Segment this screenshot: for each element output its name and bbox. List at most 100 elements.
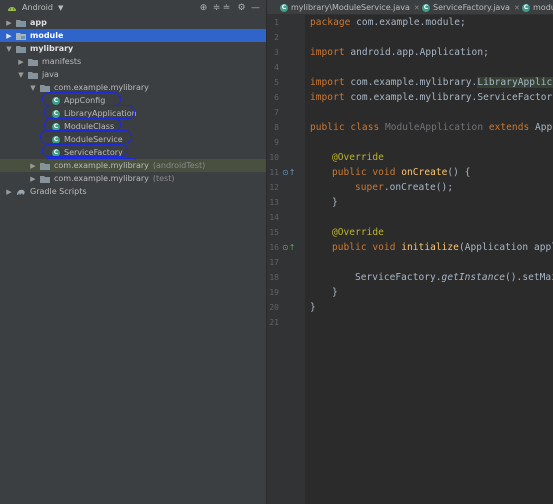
- code-line: @Override: [332, 152, 384, 163]
- android-icon: [8, 7, 16, 11]
- code-token: .onCreate();: [383, 182, 454, 193]
- chevron-right-icon[interactable]: ▶: [5, 188, 13, 196]
- tree-item-label: com.example.mylibrary: [54, 83, 149, 92]
- code-token: }: [310, 302, 316, 313]
- tree-item-app[interactable]: ▶ app: [0, 16, 266, 29]
- chevron-down-icon[interactable]: ▼: [5, 45, 13, 53]
- tree-item-package-androidtest[interactable]: ▶ com.example.mylibrary (androidTest): [0, 159, 266, 172]
- class-icon: C: [52, 148, 60, 157]
- tree-item-java[interactable]: ▼ java: [0, 68, 266, 81]
- code-line: import android.app.Application;: [310, 47, 489, 58]
- code-token: ServiceFactory.: [355, 272, 442, 283]
- code-token: com.example.mylibrary.: [344, 77, 478, 88]
- tree-item-module[interactable]: ▶ module: [0, 29, 266, 42]
- code-token: public class: [310, 122, 380, 133]
- tree-item-label: com.example.mylibrary: [54, 174, 149, 183]
- tree-item-mylibrary[interactable]: ▼ mylibrary: [0, 42, 266, 55]
- class-icon: C: [280, 3, 288, 12]
- line-number: 14: [269, 213, 279, 222]
- tree-item-label: app: [30, 18, 47, 27]
- line-number: 19: [269, 288, 279, 297]
- class-icon: C: [52, 135, 60, 144]
- chevron-down-icon[interactable]: ▼: [29, 84, 37, 92]
- code-token: com.example.mylibrary.ServiceFactory: [344, 92, 553, 103]
- code-token: initialize: [395, 242, 459, 253]
- chevron-right-icon[interactable]: ▶: [5, 32, 13, 40]
- tab-moduleservice[interactable]: C mylibrary\ModuleService.java ✕: [280, 0, 420, 15]
- override-marker-icon[interactable]: ⊙↑: [282, 168, 295, 177]
- code-line: import com.example.mylibrary.ServiceFact…: [310, 92, 553, 103]
- chevron-down-icon[interactable]: ▼: [58, 4, 63, 12]
- chevron-down-icon[interactable]: ▼: [17, 71, 25, 79]
- code-token: com.example.module;: [350, 17, 466, 28]
- code-line: import com.example.mylibrary.LibraryAppl…: [310, 77, 553, 88]
- line-number: 12: [269, 183, 279, 192]
- gear-icon[interactable]: ⚙: [236, 2, 247, 13]
- line-number-gutter: 1 2 3 4 5 6 7 8 9 10 11 12 13 14 15 16 1…: [267, 15, 305, 504]
- line-number: 8: [274, 123, 279, 132]
- tree-item-suffix: (androidTest): [152, 161, 206, 170]
- tree-item-label: mylibrary: [30, 44, 74, 53]
- code-token: getInstance: [441, 272, 506, 283]
- tree-item-moduleservice[interactable]: C ModuleService: [0, 133, 266, 146]
- locate-icon[interactable]: ⊕: [198, 2, 209, 13]
- code-line: ServiceFactory.getInstance().setMai: [355, 272, 553, 283]
- hide-icon[interactable]: —: [250, 2, 261, 13]
- code-token: }: [332, 287, 338, 298]
- close-icon[interactable]: ✕: [414, 4, 420, 12]
- tree-item-moduleclass[interactable]: C ModuleClass: [0, 120, 266, 133]
- tree-item-gradle-scripts[interactable]: ▶ Gradle Scripts: [0, 185, 266, 198]
- chevron-right-icon[interactable]: ▶: [5, 19, 13, 27]
- code-editor[interactable]: package com.example.module; import andro…: [305, 15, 553, 504]
- module-folder-icon: [16, 19, 26, 27]
- folder-icon: [28, 58, 38, 66]
- project-panel: Android ▼ ⊕ ≑ ≐ ⚙ — ▶ app ▶ module ▼ myl…: [0, 0, 266, 504]
- class-icon: C: [52, 96, 60, 105]
- tab-servicefactory[interactable]: C ServiceFactory.java ✕: [422, 0, 520, 15]
- tree-item-servicefactory[interactable]: C ServiceFactory: [0, 146, 266, 159]
- tab-label: ServiceFactory.java: [433, 3, 510, 12]
- class-icon: C: [422, 3, 430, 12]
- code-token: @Override: [332, 227, 384, 238]
- tab-module[interactable]: C modu: [522, 0, 553, 15]
- code-token: import: [310, 92, 345, 103]
- tree-item-appconfig[interactable]: C AppConfig: [0, 94, 266, 107]
- line-number: 6: [274, 93, 279, 102]
- code-line: package com.example.module;: [310, 17, 466, 28]
- code-line: @Override: [332, 227, 384, 238]
- tree-item-label: AppConfig: [64, 96, 106, 105]
- chevron-right-icon[interactable]: ▶: [17, 58, 25, 66]
- line-number: 17: [269, 258, 279, 267]
- code-line: public class ModuleApplication extends A…: [310, 122, 553, 133]
- implement-marker-icon[interactable]: ⊙↑: [282, 243, 295, 252]
- code-token: (Application appl: [458, 242, 553, 253]
- code-token: ().setMai: [505, 272, 553, 283]
- code-token: Appl: [535, 122, 553, 133]
- tree-item-libraryapplication[interactable]: C LibraryApplication: [0, 107, 266, 120]
- tree-item-package[interactable]: ▼ com.example.mylibrary: [0, 81, 266, 94]
- close-icon[interactable]: ✕: [514, 4, 520, 12]
- line-number: 9: [274, 138, 279, 147]
- code-token: () {: [447, 167, 471, 178]
- tab-label: modu: [533, 3, 553, 12]
- project-toolbar: Android ▼ ⊕ ≑ ≐ ⚙ —: [0, 0, 266, 15]
- line-number: 1: [274, 18, 279, 27]
- class-icon: C: [522, 3, 530, 12]
- tree-item-package-test[interactable]: ▶ com.example.mylibrary (test): [0, 172, 266, 185]
- code-token: import: [310, 47, 345, 58]
- tree-item-label: java: [42, 70, 59, 79]
- tree-item-manifests[interactable]: ▶ manifests: [0, 55, 266, 68]
- package-folder-icon: [40, 175, 50, 183]
- tree-item-suffix: (test): [152, 174, 175, 183]
- line-number: 13: [269, 198, 279, 207]
- chevron-right-icon[interactable]: ▶: [29, 175, 37, 183]
- tab-label: mylibrary\ModuleService.java: [291, 3, 410, 12]
- collapse-all-icon[interactable]: ≐: [221, 2, 232, 13]
- line-number: 20: [269, 303, 279, 312]
- code-line: super.onCreate();: [355, 182, 453, 193]
- folder-icon: [28, 71, 38, 79]
- chevron-right-icon[interactable]: ▶: [29, 162, 37, 170]
- line-number: 4: [274, 63, 279, 72]
- tree-item-label: manifests: [42, 57, 82, 66]
- project-view-selector[interactable]: Android: [22, 3, 53, 12]
